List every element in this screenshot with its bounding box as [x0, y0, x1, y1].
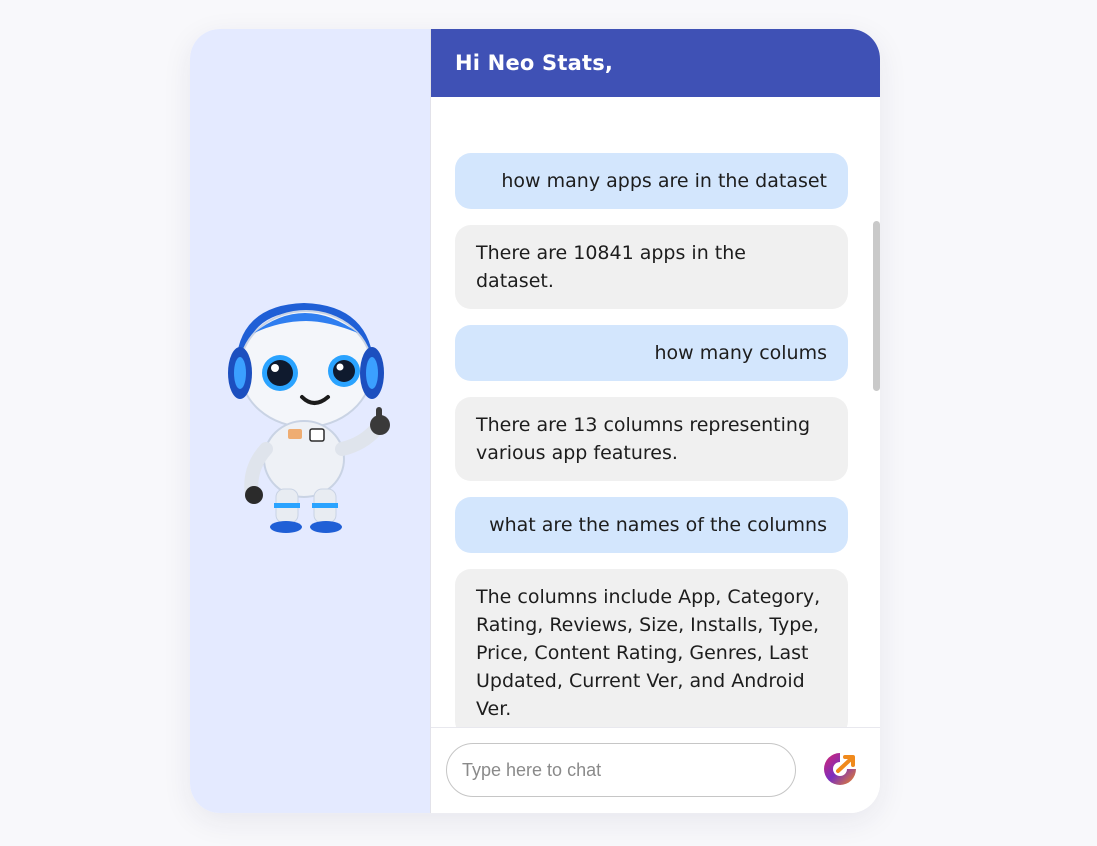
message-scrollbar[interactable]: [873, 221, 880, 391]
message-list[interactable]: how many apps are in the dataset There a…: [431, 97, 880, 727]
robot-mascot-icon: [228, 302, 390, 533]
user-message: how many colums: [455, 325, 848, 381]
bot-message: The columns include App, Category, Ratin…: [455, 569, 848, 727]
chat-widget: Hi Neo Stats, how many apps are in the d…: [190, 29, 880, 813]
chat-input[interactable]: [446, 743, 796, 797]
greeting-title: Hi Neo Stats,: [455, 51, 614, 75]
mascot-panel: [190, 29, 431, 813]
send-icon[interactable]: [821, 750, 859, 788]
user-message: how many apps are in the dataset: [455, 153, 848, 209]
chat-input-bar: [431, 727, 880, 813]
chat-header: Hi Neo Stats,: [431, 29, 880, 97]
bot-message: There are 13 columns representing variou…: [455, 397, 848, 481]
user-message: what are the names of the columns: [455, 497, 848, 553]
bot-message: There are 10841 apps in the dataset.: [455, 225, 848, 309]
chat-panel: Hi Neo Stats, how many apps are in the d…: [431, 29, 880, 813]
